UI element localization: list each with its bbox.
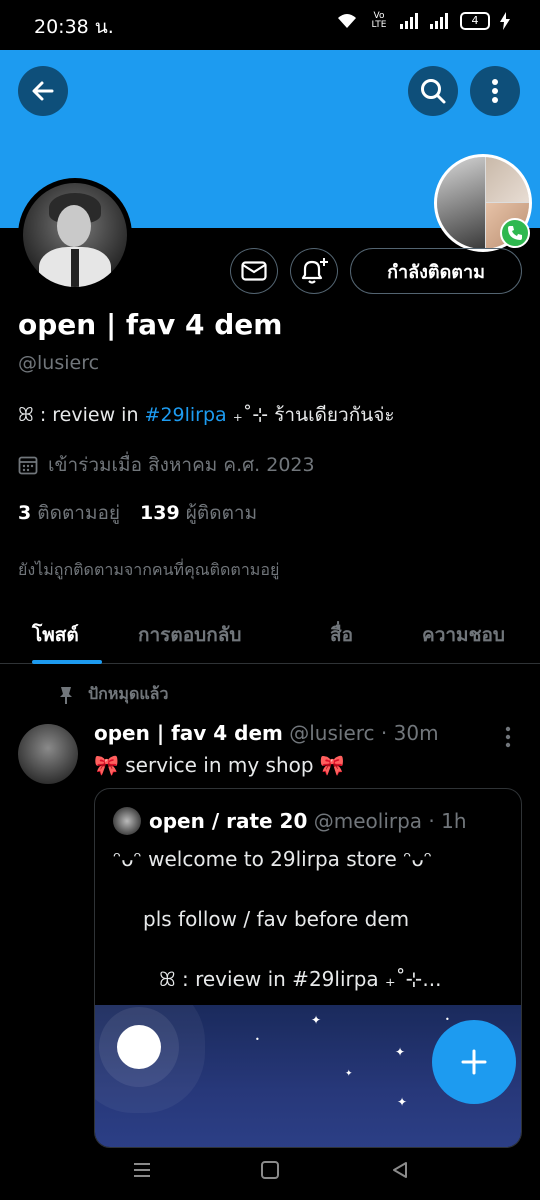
following-link[interactable]: 3 ติดตามอยู่ bbox=[18, 498, 120, 528]
bio-suffix: ₊˚⊹ ร้านเดียวกันจ่ะ bbox=[226, 404, 395, 426]
profile-bio: ꕤ : review in #29lirpa ₊˚⊹ ร้านเดียวกันจ… bbox=[18, 400, 395, 430]
post-time: · 30m bbox=[380, 721, 439, 745]
search-button[interactable] bbox=[408, 66, 458, 116]
following-count: 3 bbox=[18, 502, 32, 524]
profile-handle: @lusierc bbox=[18, 352, 100, 374]
followers-link[interactable]: 139 ผู้ติดตาม bbox=[140, 498, 257, 528]
quote-line-1: ᵔᴗᵔ welcome to 29lirpa store ᵔᴗᵔ bbox=[113, 847, 432, 871]
back-arrow-icon bbox=[32, 81, 54, 101]
signal-icon-2 bbox=[430, 13, 448, 29]
pinned-label: ปักหมุดแล้ว bbox=[88, 684, 169, 703]
quote-author-name: open / rate 20 bbox=[149, 809, 308, 833]
more-vertical-icon bbox=[492, 79, 498, 103]
profile-avatar[interactable] bbox=[18, 178, 132, 292]
bell-plus-icon bbox=[301, 258, 328, 284]
home-icon[interactable] bbox=[260, 1160, 280, 1180]
status-bar: 20:38 น. Vo LTE 4 bbox=[0, 0, 540, 50]
status-time: 20:38 น. bbox=[34, 16, 114, 38]
wifi-icon bbox=[338, 14, 356, 28]
plus-icon bbox=[461, 1049, 487, 1075]
pin-icon bbox=[60, 686, 72, 704]
tab-posts[interactable]: โพสต์ bbox=[32, 620, 79, 650]
following-label: ติดตามอยู่ bbox=[37, 502, 121, 524]
quote-header: open / rate 20 @meolirpa · 1h bbox=[149, 809, 467, 833]
followers-label: ผู้ติดตาม bbox=[185, 502, 258, 524]
tab-replies[interactable]: การตอบกลับ bbox=[138, 620, 241, 650]
followers-count: 139 bbox=[140, 502, 180, 524]
calendar-icon bbox=[18, 456, 38, 475]
phone-icon bbox=[508, 226, 522, 240]
bio-hashtag-link[interactable]: #29lirpa bbox=[145, 404, 227, 426]
pinned-indicator: ปักหมุดแล้ว bbox=[58, 682, 168, 707]
bio-prefix: ꕤ : review in bbox=[18, 404, 145, 426]
following-button[interactable]: กำลังติดตาม bbox=[350, 248, 522, 294]
status-icons: Vo LTE 4 bbox=[336, 12, 510, 30]
profile-display-name: open | fav 4 dem bbox=[18, 308, 283, 341]
quote-line-2: pls follow / fav before dem bbox=[143, 907, 410, 931]
active-tab-indicator bbox=[32, 660, 102, 664]
post-author-avatar[interactable] bbox=[18, 724, 78, 784]
system-nav-bar bbox=[0, 1148, 540, 1200]
quote-line-3: ꕤ : review in #29lirpa ₊˚⊹... bbox=[159, 967, 442, 991]
notify-button[interactable] bbox=[290, 248, 338, 294]
signal-icon bbox=[400, 13, 418, 29]
quote-author-handle: @meolirpa bbox=[313, 809, 423, 833]
compose-button[interactable] bbox=[432, 1020, 516, 1104]
call-button[interactable] bbox=[500, 218, 530, 248]
more-options-button[interactable] bbox=[470, 66, 520, 116]
search-icon bbox=[421, 79, 446, 104]
battery-icon: 4 bbox=[460, 12, 490, 30]
joined-date: เข้าร่วมเมื่อ สิงหาคม ค.ศ. 2023 bbox=[18, 450, 315, 480]
post-more-button[interactable] bbox=[504, 726, 512, 752]
mail-icon bbox=[241, 261, 267, 281]
message-button[interactable] bbox=[230, 248, 278, 294]
more-vertical-icon bbox=[505, 726, 511, 748]
profile-tabs: โพสต์ การตอบกลับ สื่อ ความชอบ bbox=[0, 606, 540, 664]
avatar-image bbox=[23, 183, 127, 287]
post-header: open | fav 4 dem @lusierc · 30m bbox=[94, 721, 439, 745]
follow-counts: 3 ติดตามอยู่ 139 ผู้ติดตาม bbox=[18, 498, 257, 528]
charging-icon bbox=[500, 12, 510, 30]
not-followed-note: ยังไม่ถูกติดตามจากคนที่คุณติดตามอยู่ bbox=[18, 560, 280, 579]
tab-media[interactable]: สื่อ bbox=[330, 620, 353, 650]
joined-text: เข้าร่วมเมื่อ สิงหาคม ค.ศ. 2023 bbox=[48, 454, 315, 476]
post-text: 🎀 service in my shop 🎀 bbox=[94, 753, 345, 777]
volte-label: Vo LTE bbox=[371, 11, 387, 30]
back-button[interactable] bbox=[18, 66, 68, 116]
quote-time: · 1h bbox=[428, 809, 467, 833]
recents-icon[interactable] bbox=[132, 1160, 152, 1180]
post-author-handle: @lusierc bbox=[289, 721, 375, 745]
tab-likes[interactable]: ความชอบ bbox=[422, 620, 505, 650]
quote-author-avatar bbox=[113, 807, 141, 835]
back-nav-icon[interactable] bbox=[390, 1160, 410, 1180]
post-author-name[interactable]: open | fav 4 dem bbox=[94, 721, 283, 745]
moon-shape bbox=[117, 1025, 161, 1069]
